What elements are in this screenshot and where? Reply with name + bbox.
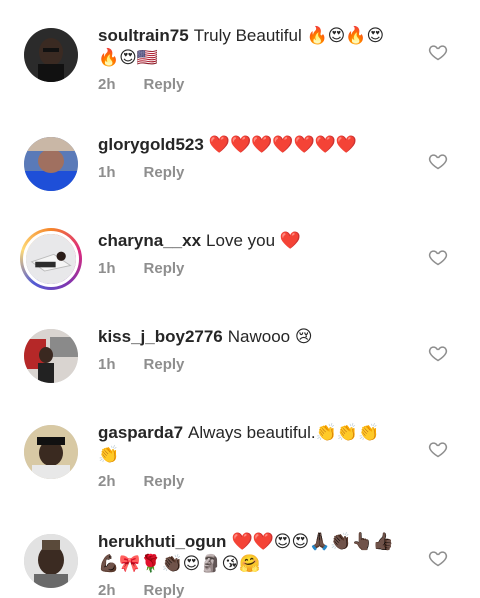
- avatar-image: [26, 234, 76, 284]
- comment-meta: 2h Reply: [98, 582, 184, 598]
- avatar-image: [24, 534, 78, 588]
- comment-body: Love you ❤️: [206, 231, 301, 250]
- avatar-story-ring[interactable]: [20, 228, 82, 290]
- reply-button[interactable]: Reply: [144, 356, 185, 373]
- comment-text: charyna__xx Love you ❤️: [98, 230, 398, 252]
- avatar-image: [24, 425, 78, 479]
- comment-username[interactable]: kiss_j_boy2776: [98, 327, 223, 346]
- heart-outline-icon[interactable]: [428, 439, 448, 459]
- reply-button[interactable]: Reply: [144, 164, 185, 181]
- comment-time: 2h: [98, 473, 116, 490]
- heart-outline-icon[interactable]: [428, 42, 448, 62]
- comment-text: kiss_j_boy2776 Nawooo 😢: [98, 326, 398, 348]
- comment-time: 1h: [98, 164, 116, 181]
- comment-meta: 2h Reply: [98, 76, 184, 93]
- comment-body: ❤️❤️❤️❤️❤️❤️❤️: [208, 135, 357, 154]
- comment-text: soultrain75 Truly Beautiful 🔥😍🔥😍🔥😍🇺🇸: [98, 25, 398, 69]
- comment-time: 2h: [98, 582, 116, 598]
- comment-meta: 1h Reply: [98, 260, 184, 277]
- comment-text: glorygold523 ❤️❤️❤️❤️❤️❤️❤️: [98, 134, 398, 156]
- reply-button[interactable]: Reply: [144, 582, 185, 598]
- comment-username[interactable]: charyna__xx: [98, 231, 201, 250]
- avatar[interactable]: [24, 329, 78, 383]
- heart-outline-icon[interactable]: [428, 247, 448, 267]
- comment-time: 2h: [98, 76, 116, 93]
- comment-text: gasparda7 Always beautiful.👏👏👏👏: [98, 422, 398, 466]
- reply-button[interactable]: Reply: [144, 76, 185, 93]
- avatar[interactable]: [24, 28, 78, 82]
- reply-button[interactable]: Reply: [144, 260, 185, 277]
- heart-outline-icon[interactable]: [428, 548, 448, 568]
- comment-body: Nawooo 😢: [227, 327, 313, 346]
- comment-meta: 1h Reply: [98, 164, 184, 181]
- avatar-image: [24, 28, 78, 82]
- heart-outline-icon[interactable]: [428, 151, 448, 171]
- avatar-image: [24, 329, 78, 383]
- comment-username[interactable]: glorygold523: [98, 135, 204, 154]
- reply-button[interactable]: Reply: [144, 473, 185, 490]
- comment-meta: 1h Reply: [98, 356, 184, 373]
- avatar[interactable]: [24, 425, 78, 479]
- avatar[interactable]: [24, 137, 78, 191]
- comment-text: herukhuti_ogun ❤️❤️😍😍🙏🏿👏🏿👆🏿👍🏿💪🏿🎀🌹👏🏿😍🗿😘🤗: [98, 531, 398, 575]
- avatar-image: [24, 137, 78, 191]
- avatar[interactable]: [24, 534, 78, 588]
- avatar: [23, 231, 79, 287]
- comment-meta: 2h Reply: [98, 473, 184, 490]
- heart-outline-icon[interactable]: [428, 343, 448, 363]
- comment-username[interactable]: soultrain75: [98, 26, 189, 45]
- comment-time: 1h: [98, 356, 116, 373]
- comment-username[interactable]: herukhuti_ogun: [98, 532, 226, 551]
- comment-username[interactable]: gasparda7: [98, 423, 183, 442]
- comment-time: 1h: [98, 260, 116, 277]
